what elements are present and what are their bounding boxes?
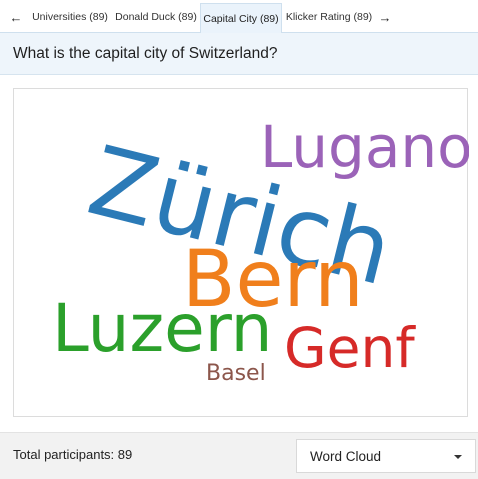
tab-klicker-rating[interactable]: Klicker Rating (89) xyxy=(284,4,374,30)
tab-bar: ← Universities (89) Donald Duck (89) Cap… xyxy=(0,0,478,33)
tab-donald-duck[interactable]: Donald Duck (89) xyxy=(114,4,198,30)
participants-count: Total participants: 89 xyxy=(13,447,133,462)
word-cloud-word: Basel xyxy=(206,361,266,386)
word-cloud-word: Lugano xyxy=(260,113,469,181)
tab-label: Universities (89) xyxy=(32,11,108,23)
view-select-value: Word Cloud xyxy=(310,448,382,464)
word-cloud-word: Luzern xyxy=(52,290,273,367)
chevron-down-icon xyxy=(454,455,462,459)
tab-capital-city[interactable]: Capital City (89) xyxy=(200,3,282,33)
view-select[interactable]: Word Cloud xyxy=(296,439,476,473)
tab-label: Capital City (89) xyxy=(203,12,279,25)
footer: Total participants: 89 Word Cloud xyxy=(0,432,478,479)
tab-universities[interactable]: Universities (89) xyxy=(30,4,110,30)
question-title: What is the capital city of Switzerland? xyxy=(0,33,478,75)
word-cloud-panel: Zürich Lugano Bern Luzern Genf Basel xyxy=(13,88,469,417)
tab-label: Klicker Rating (89) xyxy=(285,11,373,23)
arrow-left-icon[interactable]: ← xyxy=(4,4,28,30)
arrow-right-icon[interactable]: → xyxy=(373,4,397,30)
tab-label: Donald Duck (89) xyxy=(115,11,197,23)
word-cloud-word: Genf xyxy=(284,316,416,380)
word-cloud: ZürichLuganoBernLuzern GenfBasel xyxy=(52,113,469,386)
